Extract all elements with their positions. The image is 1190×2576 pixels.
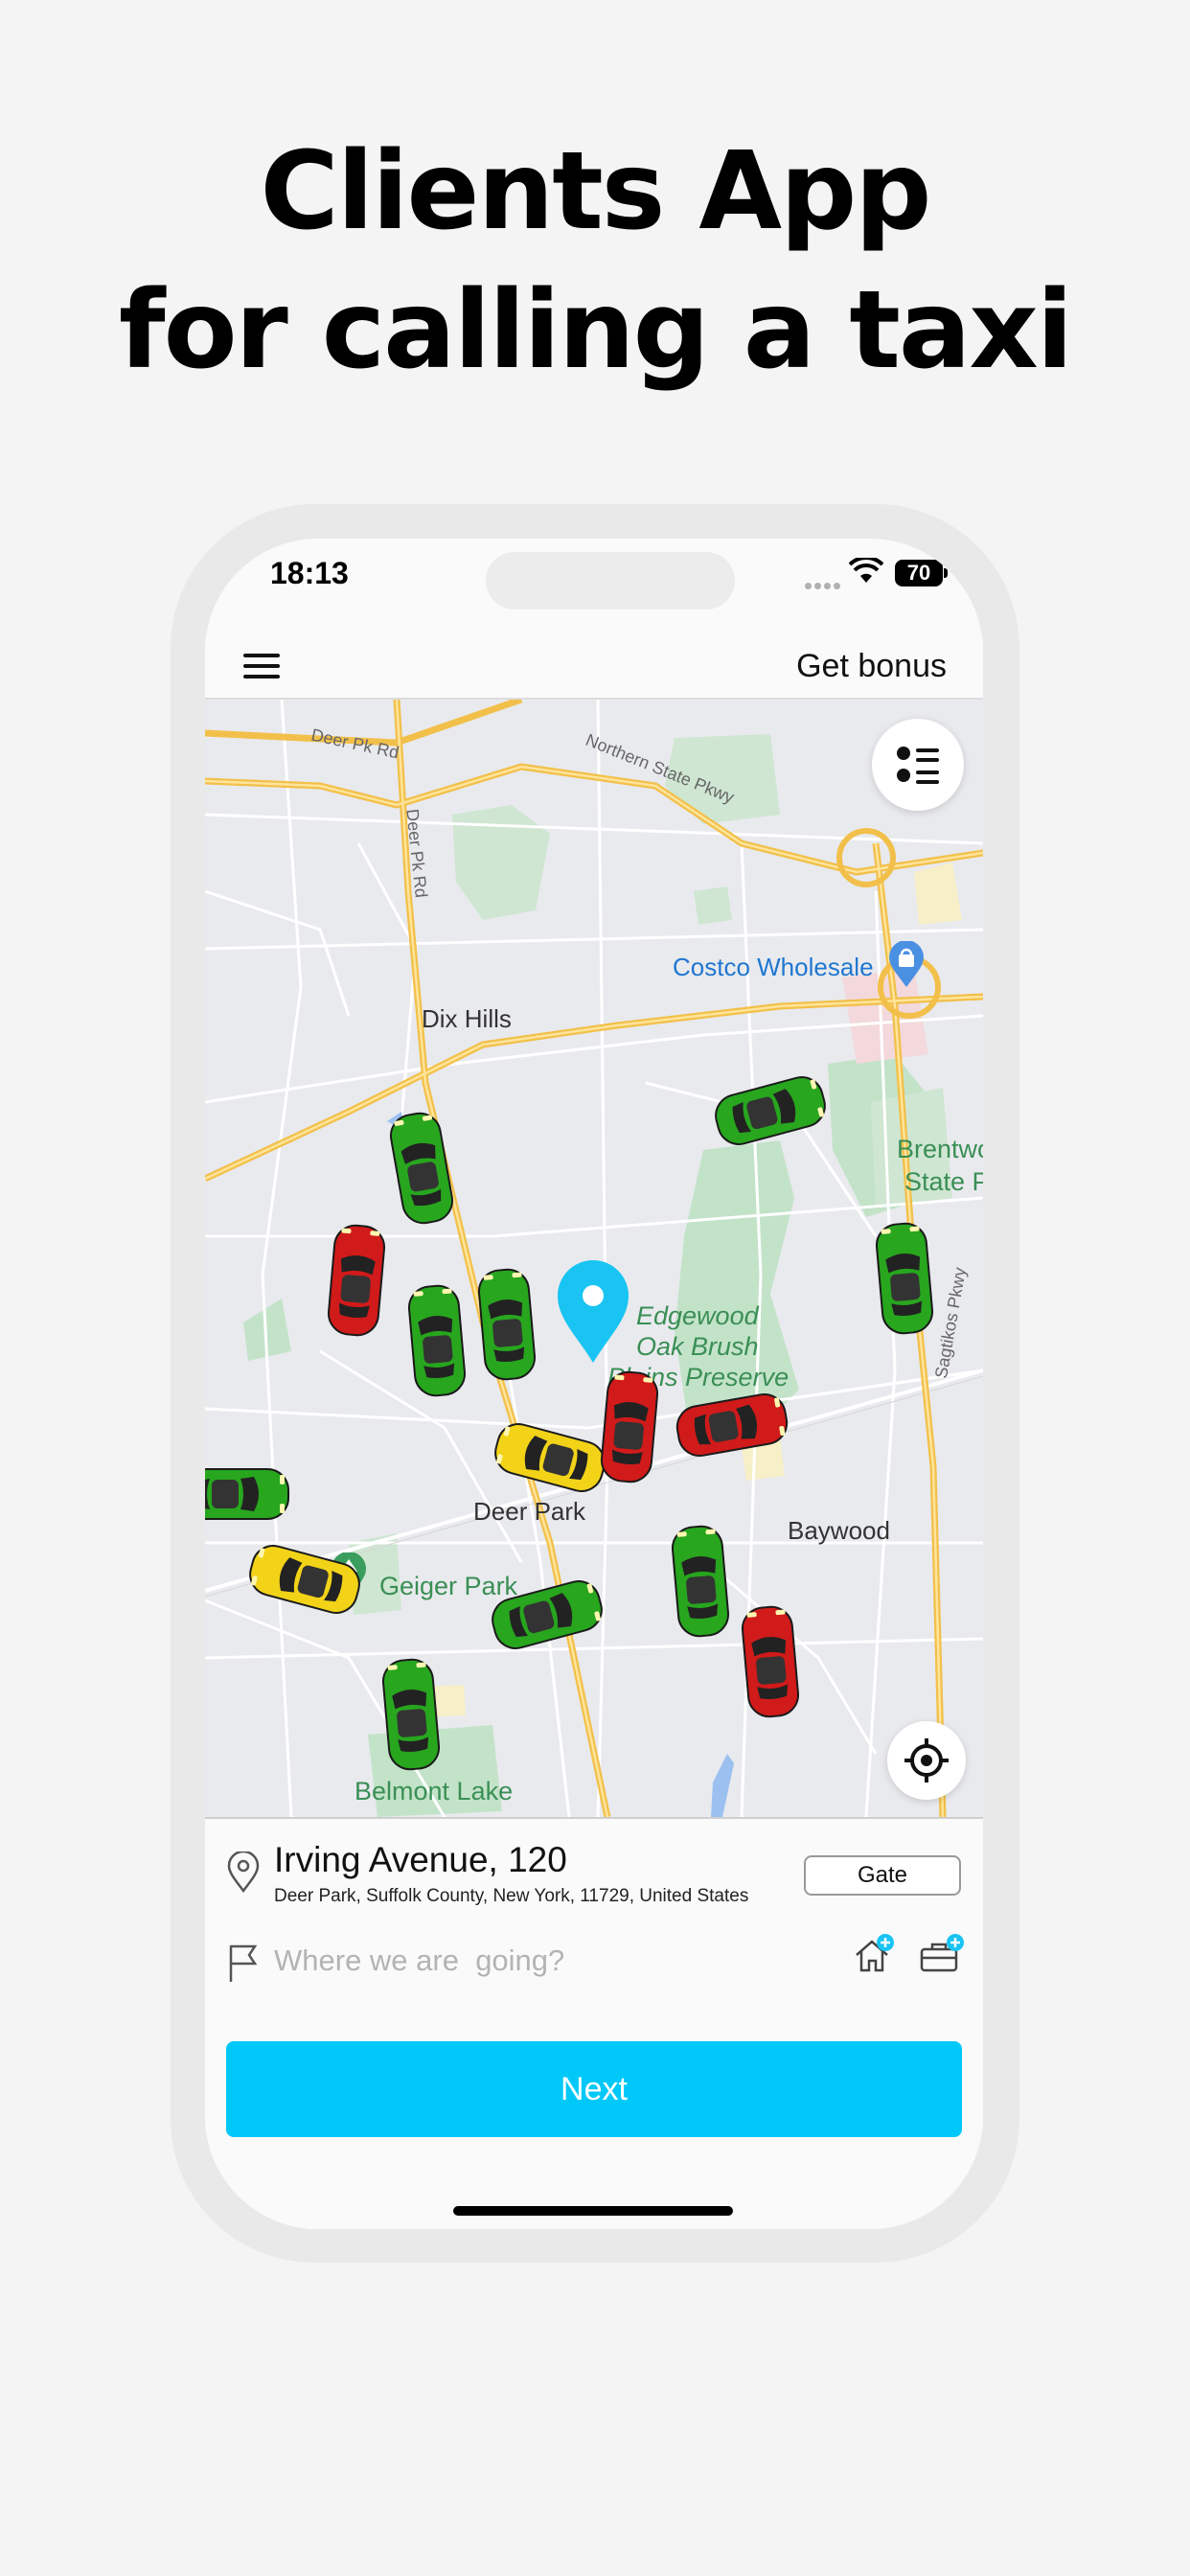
cellular-signal-icon	[805, 577, 843, 594]
map-pin-outline-icon	[227, 1852, 260, 1894]
place-label-geiger-park: Geiger Park	[379, 1572, 518, 1600]
headline-line-2: for calling a taxi	[118, 268, 1073, 393]
crosshair-icon	[904, 1738, 949, 1782]
home-shortcut-icon	[856, 1934, 894, 1972]
pickup-address[interactable]: Irving Avenue, 120	[274, 1840, 567, 1880]
green-taxi-car-icon	[381, 1658, 441, 1771]
red-taxi-car-icon	[600, 1370, 659, 1484]
hamburger-menu-icon[interactable]	[243, 654, 280, 682]
place-label-costco: Costco Wholesale	[673, 953, 874, 981]
wifi-icon	[849, 558, 883, 583]
destination-input[interactable]	[272, 1936, 755, 1986]
order-panel: Irving Avenue, 120 Deer Park, Suffolk Co…	[205, 1817, 983, 2229]
green-taxi-car-icon	[205, 1468, 289, 1520]
place-label-brentwood-1: Brentwo	[897, 1135, 983, 1163]
green-taxi-car-icon	[407, 1284, 467, 1397]
shopping-bag-pin-icon	[889, 941, 924, 987]
orders-list-button[interactable]	[872, 719, 964, 811]
pickup-address-details: Deer Park, Suffolk County, New York, 117…	[274, 1886, 749, 1906]
place-label-deer-park: Deer Park	[473, 1497, 586, 1526]
promo-headline: Clients App for calling a taxi	[0, 123, 1190, 401]
dynamic-island	[486, 552, 735, 610]
pickup-location-pin-icon	[558, 1260, 629, 1363]
red-taxi-car-icon	[741, 1605, 800, 1718]
green-taxi-car-icon	[477, 1268, 537, 1381]
headline-line-1: Clients App	[260, 129, 932, 254]
flag-icon	[229, 1944, 258, 1982]
place-label-edgewood-2: Oak Brush	[636, 1332, 759, 1361]
green-taxi-car-icon	[875, 1222, 934, 1335]
green-taxi-car-icon	[671, 1525, 730, 1638]
phone-screen: 18:13 70 Get bonus Deer Pk Rd Northern S…	[205, 539, 983, 2229]
place-label-dix-hills: Dix Hills	[422, 1004, 512, 1033]
place-label-baywood: Baywood	[788, 1516, 890, 1545]
status-bar: 18:13 70	[205, 539, 983, 634]
top-navbar: Get bonus	[205, 634, 983, 700]
home-indicator	[453, 2206, 733, 2216]
place-label-edgewood-1: Edgewood	[636, 1301, 759, 1330]
get-bonus-button[interactable]: Get bonus	[796, 648, 947, 685]
work-shortcut-icon	[920, 1934, 964, 1972]
red-taxi-car-icon	[327, 1224, 386, 1337]
battery-icon: 70	[895, 560, 948, 586]
next-button[interactable]: Next	[226, 2041, 962, 2137]
my-location-button[interactable]	[887, 1721, 966, 1800]
place-label-belmont-lake: Belmont Lake	[355, 1777, 514, 1806]
list-icon	[897, 747, 939, 784]
place-label-brentwood-2: State P	[904, 1167, 983, 1196]
map-view[interactable]: Deer Pk Rd Northern State Pkwy Deer Pk R…	[205, 700, 983, 1817]
map-base	[205, 700, 983, 1817]
gate-button[interactable]: Gate	[804, 1855, 961, 1896]
status-time: 18:13	[270, 556, 349, 590]
